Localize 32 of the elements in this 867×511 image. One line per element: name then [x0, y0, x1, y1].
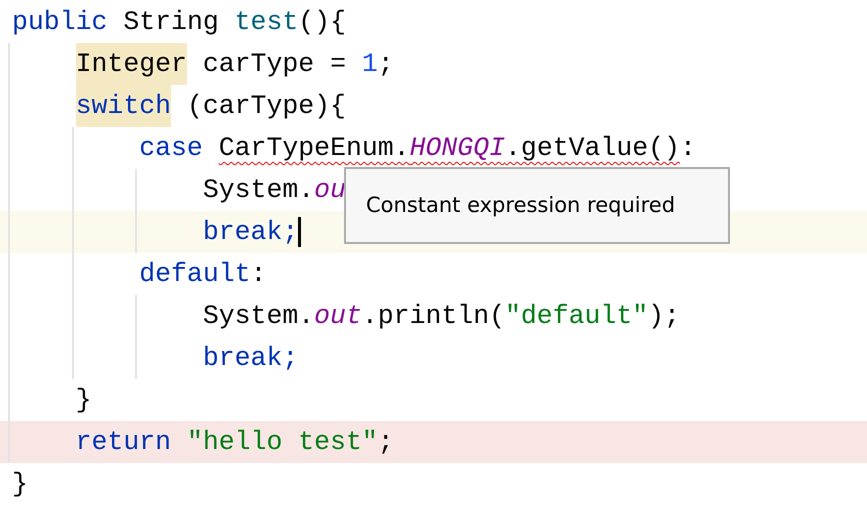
code-token: "default" — [505, 301, 648, 331]
code-token: return — [76, 427, 172, 457]
code-token: break; — [202, 343, 298, 373]
code-token: : — [680, 133, 696, 163]
code-token: case — [139, 133, 203, 163]
code-token: : — [250, 259, 266, 289]
code-token: "hello test" — [186, 427, 378, 457]
code-token: default — [139, 259, 251, 289]
code-token: ou — [314, 175, 346, 205]
code-token: carType = — [202, 49, 347, 79]
error-code-token: .getValue() — [505, 133, 680, 163]
code-token: String — [123, 7, 219, 37]
code-token: (){ — [298, 7, 346, 37]
code-token: } — [12, 469, 28, 499]
code-token: ); — [648, 301, 680, 331]
code-token: .println( — [362, 301, 505, 331]
error-code-token: HONGQI — [410, 133, 506, 163]
code-token: 1 — [362, 49, 378, 79]
code-token: break; — [202, 217, 298, 247]
code-token: System. — [202, 301, 314, 331]
error-code-token: CarTypeEnum. — [218, 133, 410, 163]
code-token: } — [76, 385, 92, 415]
code-token: public — [12, 7, 108, 37]
code-token: (carType){ — [186, 91, 346, 121]
highlighted-code-token: Integer — [76, 43, 187, 85]
code-token: ; — [378, 49, 394, 79]
code-token: ; — [378, 427, 394, 457]
code-token: System. — [202, 175, 314, 205]
code-token: test — [234, 7, 298, 37]
error-tooltip: Constant expression required — [344, 167, 730, 244]
code-token: out — [314, 301, 362, 331]
highlighted-code-token: switch — [76, 85, 172, 127]
